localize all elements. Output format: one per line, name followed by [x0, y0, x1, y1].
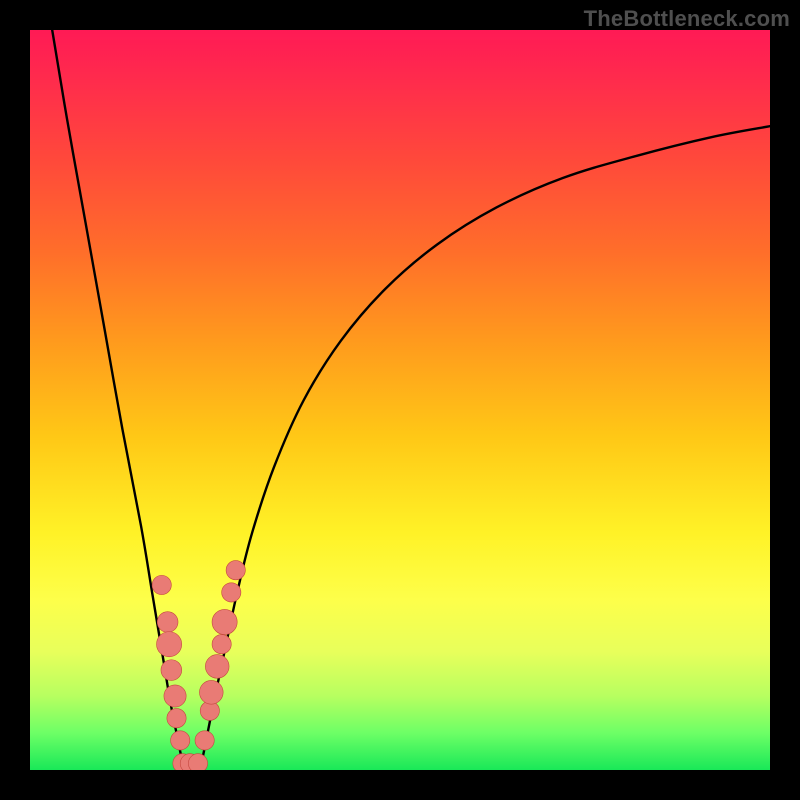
data-marker	[212, 635, 231, 654]
data-marker	[157, 632, 182, 657]
data-marker	[161, 660, 182, 681]
data-marker	[157, 612, 178, 633]
data-marker	[171, 731, 190, 750]
data-marker	[188, 754, 207, 770]
data-marker	[212, 609, 237, 634]
curve-layer	[30, 30, 770, 770]
data-marker	[222, 583, 241, 602]
curve-left-branch	[52, 30, 184, 770]
data-marker	[199, 680, 223, 704]
data-marker	[152, 575, 171, 594]
watermark-text: TheBottleneck.com	[584, 6, 790, 32]
data-marker	[205, 655, 229, 679]
chart-frame: TheBottleneck.com	[0, 0, 800, 800]
curve-right-branch	[200, 126, 770, 770]
data-marker	[167, 709, 186, 728]
plot-area	[30, 30, 770, 770]
data-marker	[195, 731, 214, 750]
marker-group	[152, 561, 245, 770]
data-marker	[164, 685, 186, 707]
data-marker	[226, 561, 245, 580]
